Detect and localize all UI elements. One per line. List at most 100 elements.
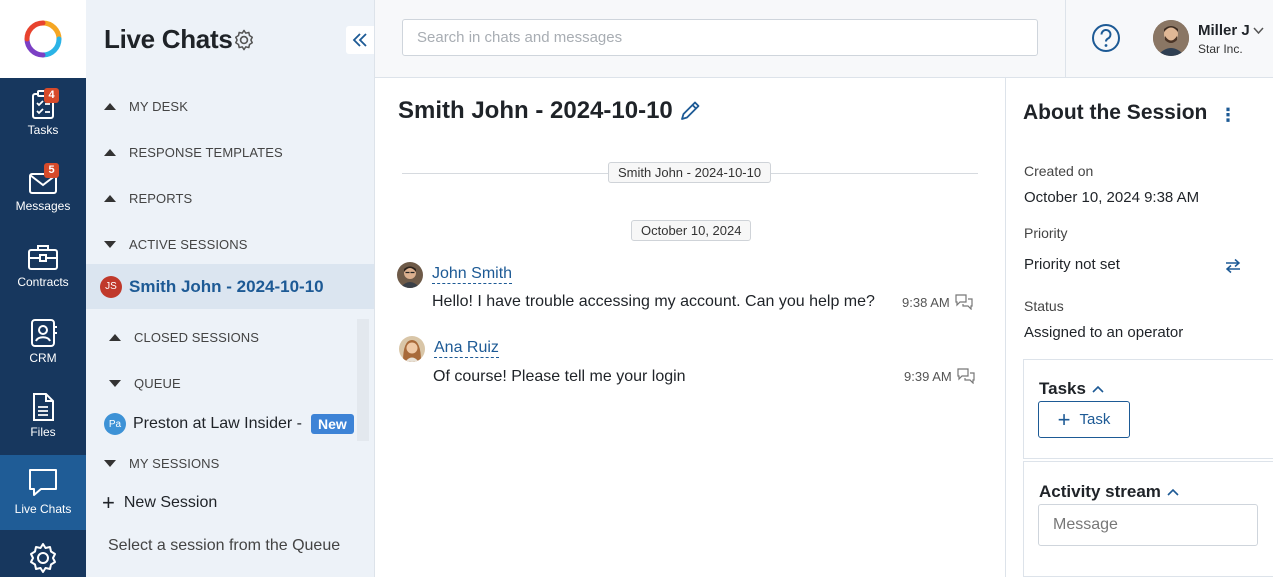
message-text: Hello! I have trouble accessing my accou… bbox=[432, 293, 875, 310]
chevron-down-icon[interactable] bbox=[1253, 24, 1264, 38]
priority-label: Priority bbox=[1024, 225, 1068, 241]
add-task-button[interactable]: + Task bbox=[1038, 401, 1130, 438]
avatar[interactable] bbox=[1153, 20, 1189, 56]
activity-header[interactable]: Activity stream bbox=[1039, 482, 1179, 502]
rail-item-label: CRM bbox=[29, 351, 57, 365]
group-my-desk[interactable]: MY DESK bbox=[104, 99, 188, 114]
new-badge: New bbox=[310, 414, 354, 434]
message-author[interactable]: Ana Ruiz bbox=[434, 339, 499, 358]
scrollbar[interactable] bbox=[357, 319, 369, 441]
plus-icon: + bbox=[1057, 406, 1071, 432]
new-session-button[interactable]: + New Session bbox=[102, 490, 218, 515]
time-label: 9:39 AM bbox=[904, 368, 952, 384]
status-label: Status bbox=[1024, 298, 1064, 314]
tasks-badge: 4 bbox=[44, 88, 59, 103]
avatar: JS bbox=[100, 275, 122, 298]
session-chip: Smith John - 2024-10-10 bbox=[608, 162, 772, 183]
pencil-icon[interactable] bbox=[677, 98, 703, 124]
queue-item-label: Preston at Law Insider - bbox=[133, 415, 302, 432]
group-label: QUEUE bbox=[134, 376, 181, 391]
group-active-sessions[interactable]: ACTIVE SESSIONS bbox=[104, 237, 248, 252]
reply-bubbles-icon[interactable] bbox=[955, 294, 973, 310]
expand-triangle-icon bbox=[104, 460, 116, 467]
group-closed-sessions[interactable]: CLOSED SESSIONS bbox=[109, 330, 259, 345]
user-photo-icon bbox=[399, 336, 425, 362]
reply-bubbles-icon[interactable] bbox=[957, 368, 975, 384]
collapse-triangle-icon bbox=[104, 103, 116, 110]
created-label: Created on bbox=[1024, 163, 1094, 179]
queue-item[interactable]: Pa Preston at Law Insider - New bbox=[104, 413, 354, 435]
priority-value: Priority not set bbox=[1024, 256, 1120, 273]
rail-item-label: Tasks bbox=[27, 123, 59, 137]
expand-triangle-icon bbox=[109, 380, 121, 387]
chat-title: Smith John - 2024-10-10 bbox=[398, 97, 673, 124]
message-input[interactable] bbox=[1038, 504, 1258, 546]
rail-item-messages[interactable]: 5 Messages bbox=[0, 160, 86, 235]
swap-arrows-icon[interactable] bbox=[1224, 258, 1242, 279]
time-label: 9:38 AM bbox=[902, 294, 950, 310]
rail-item-label: Live Chats bbox=[14, 502, 72, 516]
logo-icon bbox=[24, 20, 62, 58]
group-reports[interactable]: REPORTS bbox=[104, 191, 192, 206]
rail-item-live-chats[interactable]: Live Chats bbox=[0, 455, 86, 530]
search-input[interactable] bbox=[402, 19, 1038, 56]
user-photo-icon bbox=[1153, 20, 1189, 56]
date-chip: October 10, 2024 bbox=[631, 220, 752, 241]
collapse-triangle-icon bbox=[109, 334, 121, 341]
message-time: 9:39 AM bbox=[904, 368, 975, 384]
tasks-header[interactable]: Tasks bbox=[1039, 379, 1104, 399]
group-label: ACTIVE SESSIONS bbox=[129, 237, 248, 252]
message-author[interactable]: John Smith bbox=[432, 265, 513, 284]
group-label: MY DESK bbox=[129, 99, 188, 114]
status-value: Assigned to an operator bbox=[1024, 324, 1184, 341]
collapse-triangle-icon bbox=[104, 195, 116, 202]
group-my-sessions[interactable]: MY SESSIONS bbox=[104, 456, 219, 471]
avatar[interactable] bbox=[397, 262, 423, 288]
help-icon[interactable] bbox=[1091, 23, 1121, 58]
group-label: REPORTS bbox=[129, 191, 193, 206]
tasks-title: Tasks bbox=[1039, 379, 1086, 398]
collapse-panel-button[interactable] bbox=[346, 26, 374, 54]
group-response-templates[interactable]: RESPONSE TEMPLATES bbox=[104, 145, 283, 160]
divider bbox=[1065, 0, 1066, 78]
avatar: Pa bbox=[104, 413, 126, 435]
rail-item-tasks[interactable]: 4 Tasks bbox=[0, 84, 86, 159]
chat-bubble-icon bbox=[29, 469, 57, 496]
sessions-panel: Live Chats MY DESK RESPONSE TEMPLATES RE… bbox=[86, 0, 375, 577]
chat-area: Smith John - 2024-10-10 Smith John - 202… bbox=[375, 78, 1005, 577]
group-label: MY SESSIONS bbox=[129, 456, 220, 471]
new-session-label: New Session bbox=[123, 494, 218, 511]
group-label: CLOSED SESSIONS bbox=[134, 330, 260, 345]
gear-icon bbox=[30, 543, 56, 573]
rail-item-crm[interactable]: CRM bbox=[0, 312, 86, 387]
more-options-icon[interactable]: ⋮ bbox=[1219, 105, 1237, 126]
about-title: About the Session bbox=[1023, 101, 1208, 124]
top-bar: Miller J Star Inc. bbox=[375, 0, 1273, 78]
rail-item-label: Messages bbox=[15, 199, 71, 213]
rail-item-files[interactable]: Files bbox=[0, 388, 86, 463]
document-icon bbox=[33, 393, 54, 421]
messages-badge: 5 bbox=[44, 163, 59, 178]
active-session-item[interactable]: JS Smith John - 2024-10-10 bbox=[86, 264, 374, 309]
user-name[interactable]: Miller J bbox=[1198, 22, 1250, 39]
app-rail: 4 Tasks 5 Messages Contracts CRM Files L… bbox=[0, 0, 86, 577]
session-label: Smith John - 2024-10-10 bbox=[129, 276, 324, 296]
user-photo-icon bbox=[397, 262, 423, 288]
group-queue[interactable]: QUEUE bbox=[109, 376, 181, 391]
app-logo[interactable] bbox=[0, 0, 86, 78]
activity-stream-card: Activity stream bbox=[1023, 461, 1273, 577]
activity-title: Activity stream bbox=[1039, 482, 1161, 501]
user-company: Star Inc. bbox=[1198, 42, 1243, 56]
expand-triangle-icon bbox=[104, 241, 116, 248]
rail-item-label: Contracts bbox=[17, 275, 69, 289]
plus-icon: + bbox=[102, 490, 115, 515]
message-text: Of course! Please tell me your login bbox=[433, 368, 686, 385]
briefcase-icon bbox=[28, 245, 58, 270]
panel-settings-icon[interactable] bbox=[233, 29, 255, 56]
rail-item-settings[interactable] bbox=[0, 530, 86, 577]
collapse-triangle-icon bbox=[104, 149, 116, 156]
avatar[interactable] bbox=[399, 336, 425, 362]
about-session-panel: About the Session ⋮ Created on October 1… bbox=[1005, 78, 1273, 577]
chat-title-row: Smith John - 2024-10-10 bbox=[398, 97, 703, 125]
rail-item-contracts[interactable]: Contracts bbox=[0, 236, 86, 311]
